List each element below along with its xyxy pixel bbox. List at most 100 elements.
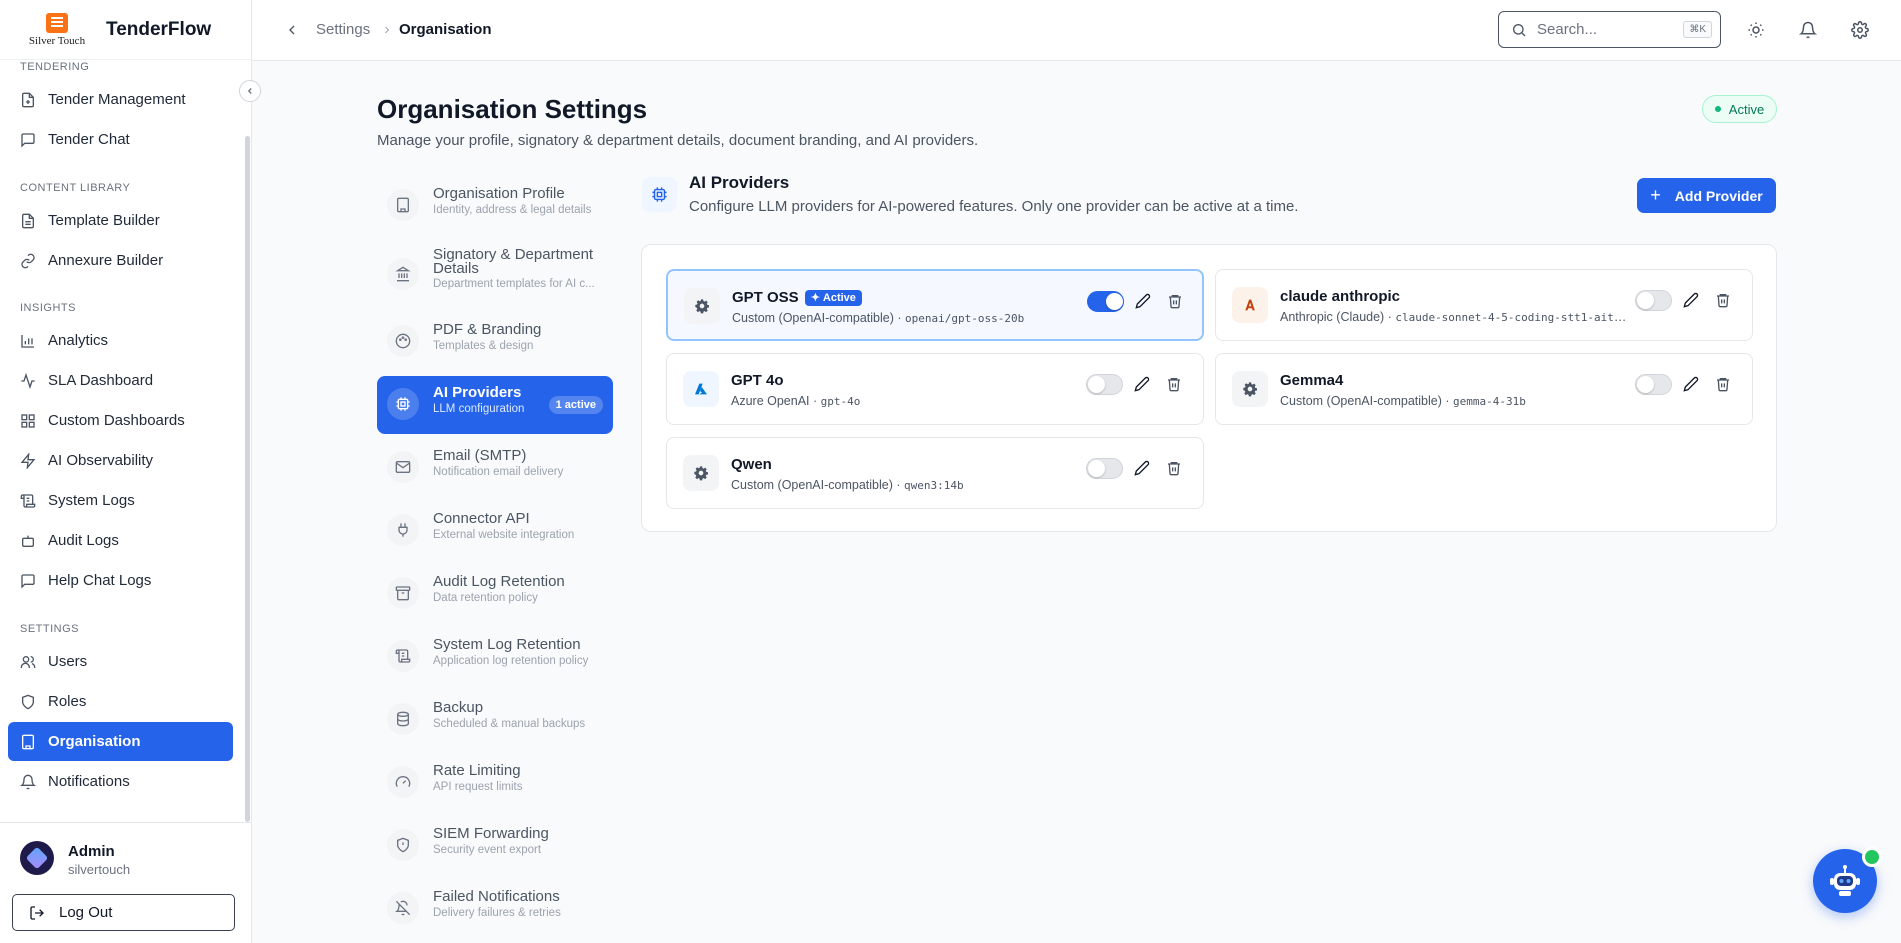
sidebar-item-help-chat-logs[interactable]: Help Chat Logs bbox=[8, 561, 233, 600]
settings-tab-title: SIEM Forwarding bbox=[433, 825, 549, 842]
landmark-icon bbox=[387, 258, 419, 290]
pencil-icon[interactable] bbox=[1135, 293, 1151, 309]
trash-icon[interactable] bbox=[1166, 376, 1182, 392]
trash-icon[interactable] bbox=[1167, 293, 1183, 309]
status-dot bbox=[1714, 106, 1721, 112]
trash-icon[interactable] bbox=[1715, 292, 1731, 308]
settings-tab-backup[interactable]: Backup Scheduled & manual backups bbox=[377, 691, 613, 749]
scroll-icon bbox=[20, 493, 36, 508]
section-label-insights: INSIGHTS bbox=[20, 302, 76, 314]
provider-card-gpt-4o[interactable]: GPT 4o Azure OpenAI · gpt-4o bbox=[666, 353, 1204, 425]
sidebar-nav[interactable]: TENDERING Tender Management Tender Chat … bbox=[0, 60, 243, 822]
settings-tab-rate-limiting[interactable]: Rate Limiting API request limits bbox=[377, 754, 613, 812]
pencil-icon[interactable] bbox=[1683, 376, 1699, 392]
bell-icon[interactable] bbox=[1799, 21, 1817, 39]
provider-toggle[interactable] bbox=[1086, 374, 1123, 395]
user-panel: Admin silvertouch Log Out bbox=[0, 822, 252, 943]
settings-tab-failed-notifications[interactable]: Failed Notifications Delivery failures & … bbox=[377, 880, 613, 938]
pencil-icon[interactable] bbox=[1683, 292, 1699, 308]
logout-label: Log Out bbox=[59, 904, 113, 921]
sidebar-item-annexure-builder[interactable]: Annexure Builder bbox=[8, 241, 233, 280]
trash-icon[interactable] bbox=[1166, 460, 1182, 476]
provider-toggle[interactable] bbox=[1635, 374, 1672, 395]
sidebar-item-organisation[interactable]: Organisation bbox=[8, 722, 233, 761]
sidebar-item-roles[interactable]: Roles bbox=[8, 682, 233, 721]
settings-tab-signatory[interactable]: Signatory & Department Details Department… bbox=[377, 240, 613, 308]
provider-card-gpt-oss[interactable]: GPT OSS ✦ Active Custom (OpenAI-compatibl… bbox=[666, 269, 1204, 341]
avatar[interactable] bbox=[20, 841, 54, 875]
gear-icon[interactable] bbox=[1851, 21, 1869, 39]
settings-tab-title: PDF & Branding bbox=[433, 321, 542, 338]
settings-tab-subtitle: Application log retention policy bbox=[433, 655, 589, 667]
sidebar-item-system-logs[interactable]: System Logs bbox=[8, 481, 233, 520]
sidebar-item-audit-logs[interactable]: Audit Logs bbox=[8, 521, 233, 560]
sidebar-item-sla-dashboard[interactable]: SLA Dashboard bbox=[8, 361, 233, 400]
settings-tab-audit-log-retention[interactable]: Audit Log Retention Data retention policy bbox=[377, 565, 613, 623]
search-input[interactable]: Search... ⌘K bbox=[1498, 11, 1721, 48]
pencil-icon[interactable] bbox=[1134, 460, 1150, 476]
provider-toggle[interactable] bbox=[1087, 291, 1124, 312]
sidebar-item-label: Tender Management bbox=[48, 91, 186, 108]
search-placeholder: Search... bbox=[1537, 21, 1598, 38]
settings-tab-ai-providers[interactable]: AI Providers LLM configuration 1 active bbox=[377, 376, 613, 434]
sidebar-item-users[interactable]: Users bbox=[8, 642, 233, 681]
provider-model: qwen3:14b bbox=[903, 479, 964, 492]
company-logo: Silver Touch bbox=[22, 8, 92, 52]
sidebar-item-label: SLA Dashboard bbox=[48, 372, 154, 389]
settings-tab-connector-api[interactable]: Connector API External website integratio… bbox=[377, 502, 613, 560]
provider-name: claude anthropic bbox=[1280, 288, 1401, 305]
settings-tab-subtitle: Data retention policy bbox=[433, 592, 538, 604]
settings-tab-organisation-profile[interactable]: Organisation Profile Identity, address & … bbox=[377, 177, 613, 235]
back-arrow-icon[interactable] bbox=[284, 22, 300, 38]
brand[interactable]: Silver Touch TenderFlow bbox=[0, 0, 251, 60]
sidebar-scrollbar[interactable] bbox=[245, 136, 250, 822]
sidebar-item-label: Notifications bbox=[48, 773, 130, 790]
settings-tab-subtitle: Identity, address & legal details bbox=[433, 204, 592, 216]
status-label: Active bbox=[1728, 101, 1765, 117]
sidebar-item-tender-management[interactable]: Tender Management bbox=[8, 80, 233, 119]
sun-icon[interactable] bbox=[1747, 21, 1765, 39]
provider-card-claude-anthropic[interactable]: claude anthropic Anthropic (Claude) · cl… bbox=[1215, 269, 1753, 341]
user-org: silvertouch bbox=[68, 862, 131, 877]
add-provider-label: Add Provider bbox=[1674, 187, 1763, 204]
logout-button[interactable]: Log Out bbox=[12, 894, 235, 931]
sidebar-item-analytics[interactable]: Analytics bbox=[8, 321, 233, 360]
providers-panel: GPT OSS ✦ Active Custom (OpenAI-compatibl… bbox=[641, 244, 1777, 532]
provider-meta: Custom (OpenAI-compatible) · openai/gpt-… bbox=[732, 311, 1025, 325]
collapse-sidebar-button[interactable] bbox=[239, 80, 261, 102]
provider-card-qwen[interactable]: Qwen Custom (OpenAI-compatible) · qwen3:… bbox=[666, 437, 1204, 509]
azure-icon bbox=[683, 371, 719, 407]
settings-tab-subtitle: Scheduled & manual backups bbox=[433, 718, 586, 730]
active-badge: ✦ Active bbox=[804, 289, 862, 306]
sidebar-item-label: Tender Chat bbox=[48, 131, 130, 148]
provider-card-gemma4[interactable]: Gemma4 Custom (OpenAI-compatible) · gemm… bbox=[1215, 353, 1753, 425]
sidebar-item-template-builder[interactable]: Template Builder bbox=[8, 201, 233, 240]
provider-toggle[interactable] bbox=[1086, 458, 1123, 479]
provider-meta: Custom (OpenAI-compatible) · qwen3:14b bbox=[731, 478, 964, 492]
settings-tab-title: Audit Log Retention bbox=[433, 573, 565, 590]
settings-tab-pdf-branding[interactable]: PDF & Branding Templates & design bbox=[377, 313, 613, 371]
file-plus-icon bbox=[22, 92, 34, 107]
sidebar-item-ai-observability[interactable]: AI Observability bbox=[8, 441, 233, 480]
building-icon bbox=[22, 734, 34, 749]
trash-icon[interactable] bbox=[1715, 376, 1731, 392]
add-provider-button[interactable]: + Add Provider bbox=[1637, 178, 1776, 213]
settings-tab-system-log-retention[interactable]: System Log Retention Application log rete… bbox=[377, 628, 613, 686]
breadcrumb-settings[interactable]: Settings bbox=[316, 21, 370, 38]
log-out-icon bbox=[30, 905, 44, 920]
settings-tab-siem-forwarding[interactable]: SIEM Forwarding Security event export bbox=[377, 817, 613, 875]
robot-icon bbox=[1830, 865, 1860, 896]
search-shortcut: ⌘K bbox=[1683, 21, 1712, 38]
settings-tab-email-smtp[interactable]: Email (SMTP) Notification email delivery bbox=[377, 439, 613, 497]
sidebar-item-tender-chat[interactable]: Tender Chat bbox=[8, 120, 233, 159]
sidebar-item-label: System Logs bbox=[48, 492, 135, 509]
bar-chart-icon bbox=[21, 334, 34, 348]
settings-tab-subtitle: Delivery failures & retries bbox=[433, 907, 561, 919]
sidebar-item-custom-dashboards[interactable]: Custom Dashboards bbox=[8, 401, 233, 440]
provider-toggle[interactable] bbox=[1635, 290, 1672, 311]
sidebar-item-label: Roles bbox=[48, 693, 87, 710]
pencil-icon[interactable] bbox=[1134, 376, 1150, 392]
provider-model: gpt-4o bbox=[820, 395, 861, 408]
provider-name: GPT OSS bbox=[732, 289, 799, 306]
sidebar-item-notifications[interactable]: Notifications bbox=[8, 762, 233, 801]
